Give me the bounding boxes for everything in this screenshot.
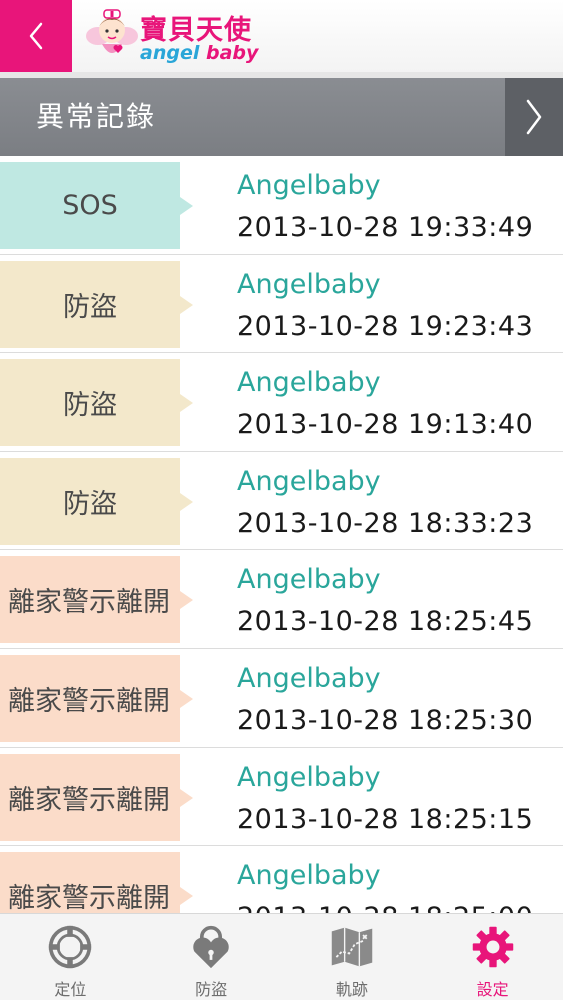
record-timestamp: 2013-10-28 18:25:45 (237, 606, 534, 638)
tag-arrow (180, 887, 193, 906)
record-timestamp: 2013-10-28 18:25:30 (237, 704, 534, 736)
record-timestamp: 2013-10-28 18:33:23 (237, 507, 534, 539)
page-title: 異常記錄 (36, 100, 157, 133)
record-timestamp: 2013-10-28 18:25:15 (237, 803, 534, 835)
locate-icon (49, 925, 92, 969)
record-row[interactable]: 離家警示離開 Angelbaby 2013-10-28 18:25:00 (0, 846, 563, 913)
next-button[interactable] (505, 78, 563, 156)
record-type-tag: 離家警示離開 (0, 654, 180, 742)
angel-baby-mascot-icon (86, 9, 138, 53)
chevron-left-icon (29, 22, 43, 50)
record-type-label: 防盜 (63, 291, 117, 323)
record-device-name: Angelbaby (237, 860, 381, 892)
record-row[interactable]: 離家警示離開 Angelbaby 2013-10-28 18:25:15 (0, 748, 563, 847)
record-row[interactable]: 防盜 Angelbaby 2013-10-28 19:23:43 (0, 255, 563, 354)
tag-arrow (180, 591, 193, 610)
record-row[interactable]: 離家警示離開 Angelbaby 2013-10-28 18:25:45 (0, 550, 563, 649)
section-bar: 異常記錄 (0, 78, 563, 156)
record-type-tag: 防盜 (0, 359, 180, 447)
record-device-name: Angelbaby (237, 761, 381, 793)
record-timestamp: 2013-10-28 19:33:49 (237, 212, 534, 243)
record-row[interactable]: 防盜 Angelbaby 2013-10-28 18:33:23 (0, 452, 563, 551)
bottom-tab-bar: 定位 防盜 軌跡 設定 (0, 913, 563, 1000)
record-device-name: Angelbaby (237, 465, 381, 497)
chevron-right-icon (526, 99, 542, 135)
record-row[interactable]: 離家警示離開 Angelbaby 2013-10-28 18:25:30 (0, 649, 563, 748)
record-type-tag: 離家警示離開 (0, 556, 180, 644)
logo-english-baby: baby (205, 42, 259, 64)
tag-arrow (180, 394, 193, 413)
lock-heart-icon (193, 925, 229, 969)
record-type-tag: 防盜 (0, 260, 180, 348)
tab-locate[interactable]: 定位 (0, 914, 141, 1000)
back-button[interactable] (0, 0, 72, 72)
record-device-name: Angelbaby (237, 564, 381, 596)
settings-gear-icon (472, 926, 513, 968)
tag-arrow (180, 295, 193, 314)
record-device-name: Angelbaby (237, 367, 381, 399)
record-type-tag: 防盜 (0, 457, 180, 545)
record-device-name: Angelbaby (237, 662, 381, 694)
record-timestamp: 2013-10-28 19:23:43 (237, 310, 534, 342)
tag-arrow (180, 197, 193, 215)
tag-arrow (180, 492, 193, 511)
record-device-name: Angelbaby (237, 170, 381, 201)
record-type-label: 防盜 (63, 390, 117, 422)
tab-anti-theft[interactable]: 防盜 (141, 914, 282, 1000)
record-list[interactable]: SOS Angelbaby 2013-10-28 19:33:49 防盜 Ang… (0, 156, 563, 913)
tab-label: 防盜 (195, 980, 228, 999)
logo-english-text: angel baby (140, 42, 258, 64)
record-type-tag: 離家警示離開 (0, 852, 180, 913)
record-type-label: 離家警示離開 (8, 685, 170, 717)
record-timestamp: 2013-10-28 18:25:00 (237, 902, 533, 913)
tab-label: 定位 (54, 980, 87, 999)
tab-label: 設定 (476, 980, 509, 999)
tab-track[interactable]: 軌跡 (282, 914, 423, 1000)
map-track-icon (331, 927, 373, 967)
record-device-name: Angelbaby (237, 268, 381, 300)
record-timestamp: 2013-10-28 19:13:40 (237, 409, 534, 441)
record-row[interactable]: 防盜 Angelbaby 2013-10-28 19:13:40 (0, 353, 563, 452)
record-type-label: 離家警示離開 (8, 883, 170, 913)
record-type-label: 離家警示離開 (8, 784, 170, 816)
record-type-tag: SOS (0, 162, 180, 249)
app-header: 寶貝天使 angel baby (0, 0, 563, 72)
record-row[interactable]: SOS Angelbaby 2013-10-28 19:33:49 (0, 156, 563, 255)
tab-label: 軌跡 (335, 980, 368, 999)
record-type-label: SOS (62, 190, 118, 221)
record-type-label: 離家警示離開 (8, 587, 170, 619)
tag-arrow (180, 689, 193, 708)
tag-arrow (180, 788, 193, 807)
record-type-tag: 離家警示離開 (0, 753, 180, 841)
app-logo: 寶貝天使 angel baby (84, 6, 258, 66)
logo-english-angel: angel (140, 42, 200, 64)
tab-settings[interactable]: 設定 (422, 914, 563, 1000)
record-type-label: 防盜 (63, 488, 117, 520)
